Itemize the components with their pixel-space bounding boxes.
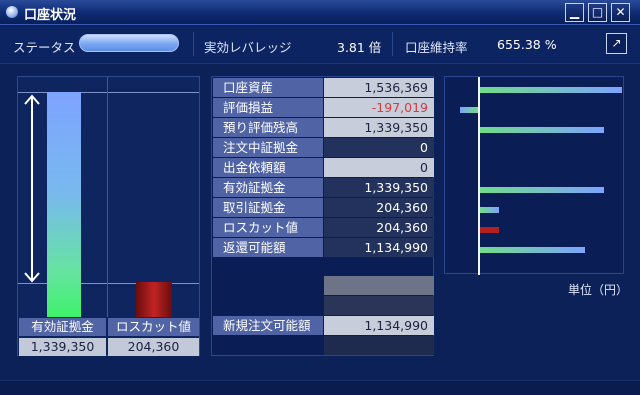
row-label: 取引証拠金 <box>213 198 323 217</box>
table-row: 注文中証拠金 0 <box>213 138 434 157</box>
row-value: 204,360 <box>324 198 434 217</box>
balance-bar-chart <box>444 76 624 275</box>
table-row: 有効証拠金 1,339,350 <box>213 178 434 197</box>
new-order-value: 1,134,990 <box>324 316 434 335</box>
close-button[interactable]: ✕ <box>611 3 630 22</box>
unit-label: 単位（円） <box>568 283 629 297</box>
divider <box>392 32 393 56</box>
row-value: 0 <box>324 158 434 177</box>
status-label: ステータス <box>13 40 76 55</box>
bar-3 <box>480 127 604 133</box>
effective-margin-value: 1,339,350 <box>19 338 106 356</box>
margin-gauge: 有効証拠金 ロスカット値 1,339,350 204,360 <box>17 76 200 356</box>
row-label: 口座資産 <box>213 78 323 97</box>
table-row-new-order: 新規注文可能額 1,134,990 <box>213 316 434 335</box>
table-row: 評価損益 -197,019 <box>213 98 434 117</box>
window-title: 口座状況 <box>24 8 77 23</box>
gauge-column-divider <box>107 77 108 317</box>
row-value: 1,339,350 <box>324 178 434 197</box>
row-label: 有効証拠金 <box>213 178 323 197</box>
account-table: 口座資産 1,536,369 評価損益 -197,019 預り評価残高 1,33… <box>211 76 434 356</box>
row-value: 204,360 <box>324 218 434 237</box>
row-value: 1,339,350 <box>324 118 434 137</box>
maximize-button[interactable]: □ <box>588 3 607 22</box>
table-row: 口座資産 1,536,369 <box>213 78 434 97</box>
gauge-top-line <box>18 92 199 93</box>
divider <box>193 32 194 56</box>
status-bar: ステータス 実効レバレッジ 3.81 倍 口座維持率 655.38 % ↗ <box>0 26 640 64</box>
empty-cell <box>324 296 434 315</box>
leverage-label: 実効レバレッジ <box>204 40 292 55</box>
status-indicator <box>79 34 179 52</box>
losscut-label: ロスカット値 <box>108 318 199 336</box>
maintenance-rate-value: 655.38 % <box>497 37 557 52</box>
empty-cell <box>324 336 434 355</box>
table-row: 取引証拠金 204,360 <box>213 198 434 217</box>
bar-7 <box>480 207 499 213</box>
row-label: 預り評価残高 <box>213 118 323 137</box>
leverage-value: 3.81 倍 <box>337 40 382 55</box>
title-bar: 口座状況 ▁ □ ✕ <box>0 0 640 25</box>
zero-axis <box>478 77 480 275</box>
bar-6 <box>480 187 604 193</box>
row-label: 出金依頼額 <box>213 158 323 177</box>
empty-cell <box>324 276 434 295</box>
maintenance-rate-label: 口座維持率 <box>405 40 468 55</box>
row-value: 1,134,990 <box>324 238 434 257</box>
losscut-value: 204,360 <box>108 338 199 356</box>
table-row: ロスカット値 204,360 <box>213 218 434 237</box>
effective-margin-bar <box>47 92 81 317</box>
table-row: 出金依頼額 0 <box>213 158 434 177</box>
row-label: 評価損益 <box>213 98 323 117</box>
window-bottom-edge <box>0 380 640 395</box>
table-row: 返還可能額 1,134,990 <box>213 238 434 257</box>
row-label: ロスカット値 <box>213 218 323 237</box>
row-value: -197,019 <box>324 98 434 117</box>
losscut-bar <box>136 282 172 317</box>
bar-9 <box>480 247 585 253</box>
bar-2 <box>460 107 478 113</box>
table-row: 預り評価残高 1,339,350 <box>213 118 434 137</box>
bar-1 <box>480 87 622 93</box>
row-value: 1,536,369 <box>324 78 434 97</box>
row-value: 0 <box>324 138 434 157</box>
row-label: 返還可能額 <box>213 238 323 257</box>
popout-button[interactable]: ↗ <box>606 33 627 54</box>
app-icon <box>6 6 18 18</box>
effective-margin-label: 有効証拠金 <box>19 318 106 336</box>
row-label: 注文中証拠金 <box>213 138 323 157</box>
minimize-button[interactable]: ▁ <box>565 3 584 22</box>
bar-8 <box>480 227 499 233</box>
new-order-label: 新規注文可能額 <box>213 316 323 335</box>
double-arrow-icon <box>24 94 40 283</box>
